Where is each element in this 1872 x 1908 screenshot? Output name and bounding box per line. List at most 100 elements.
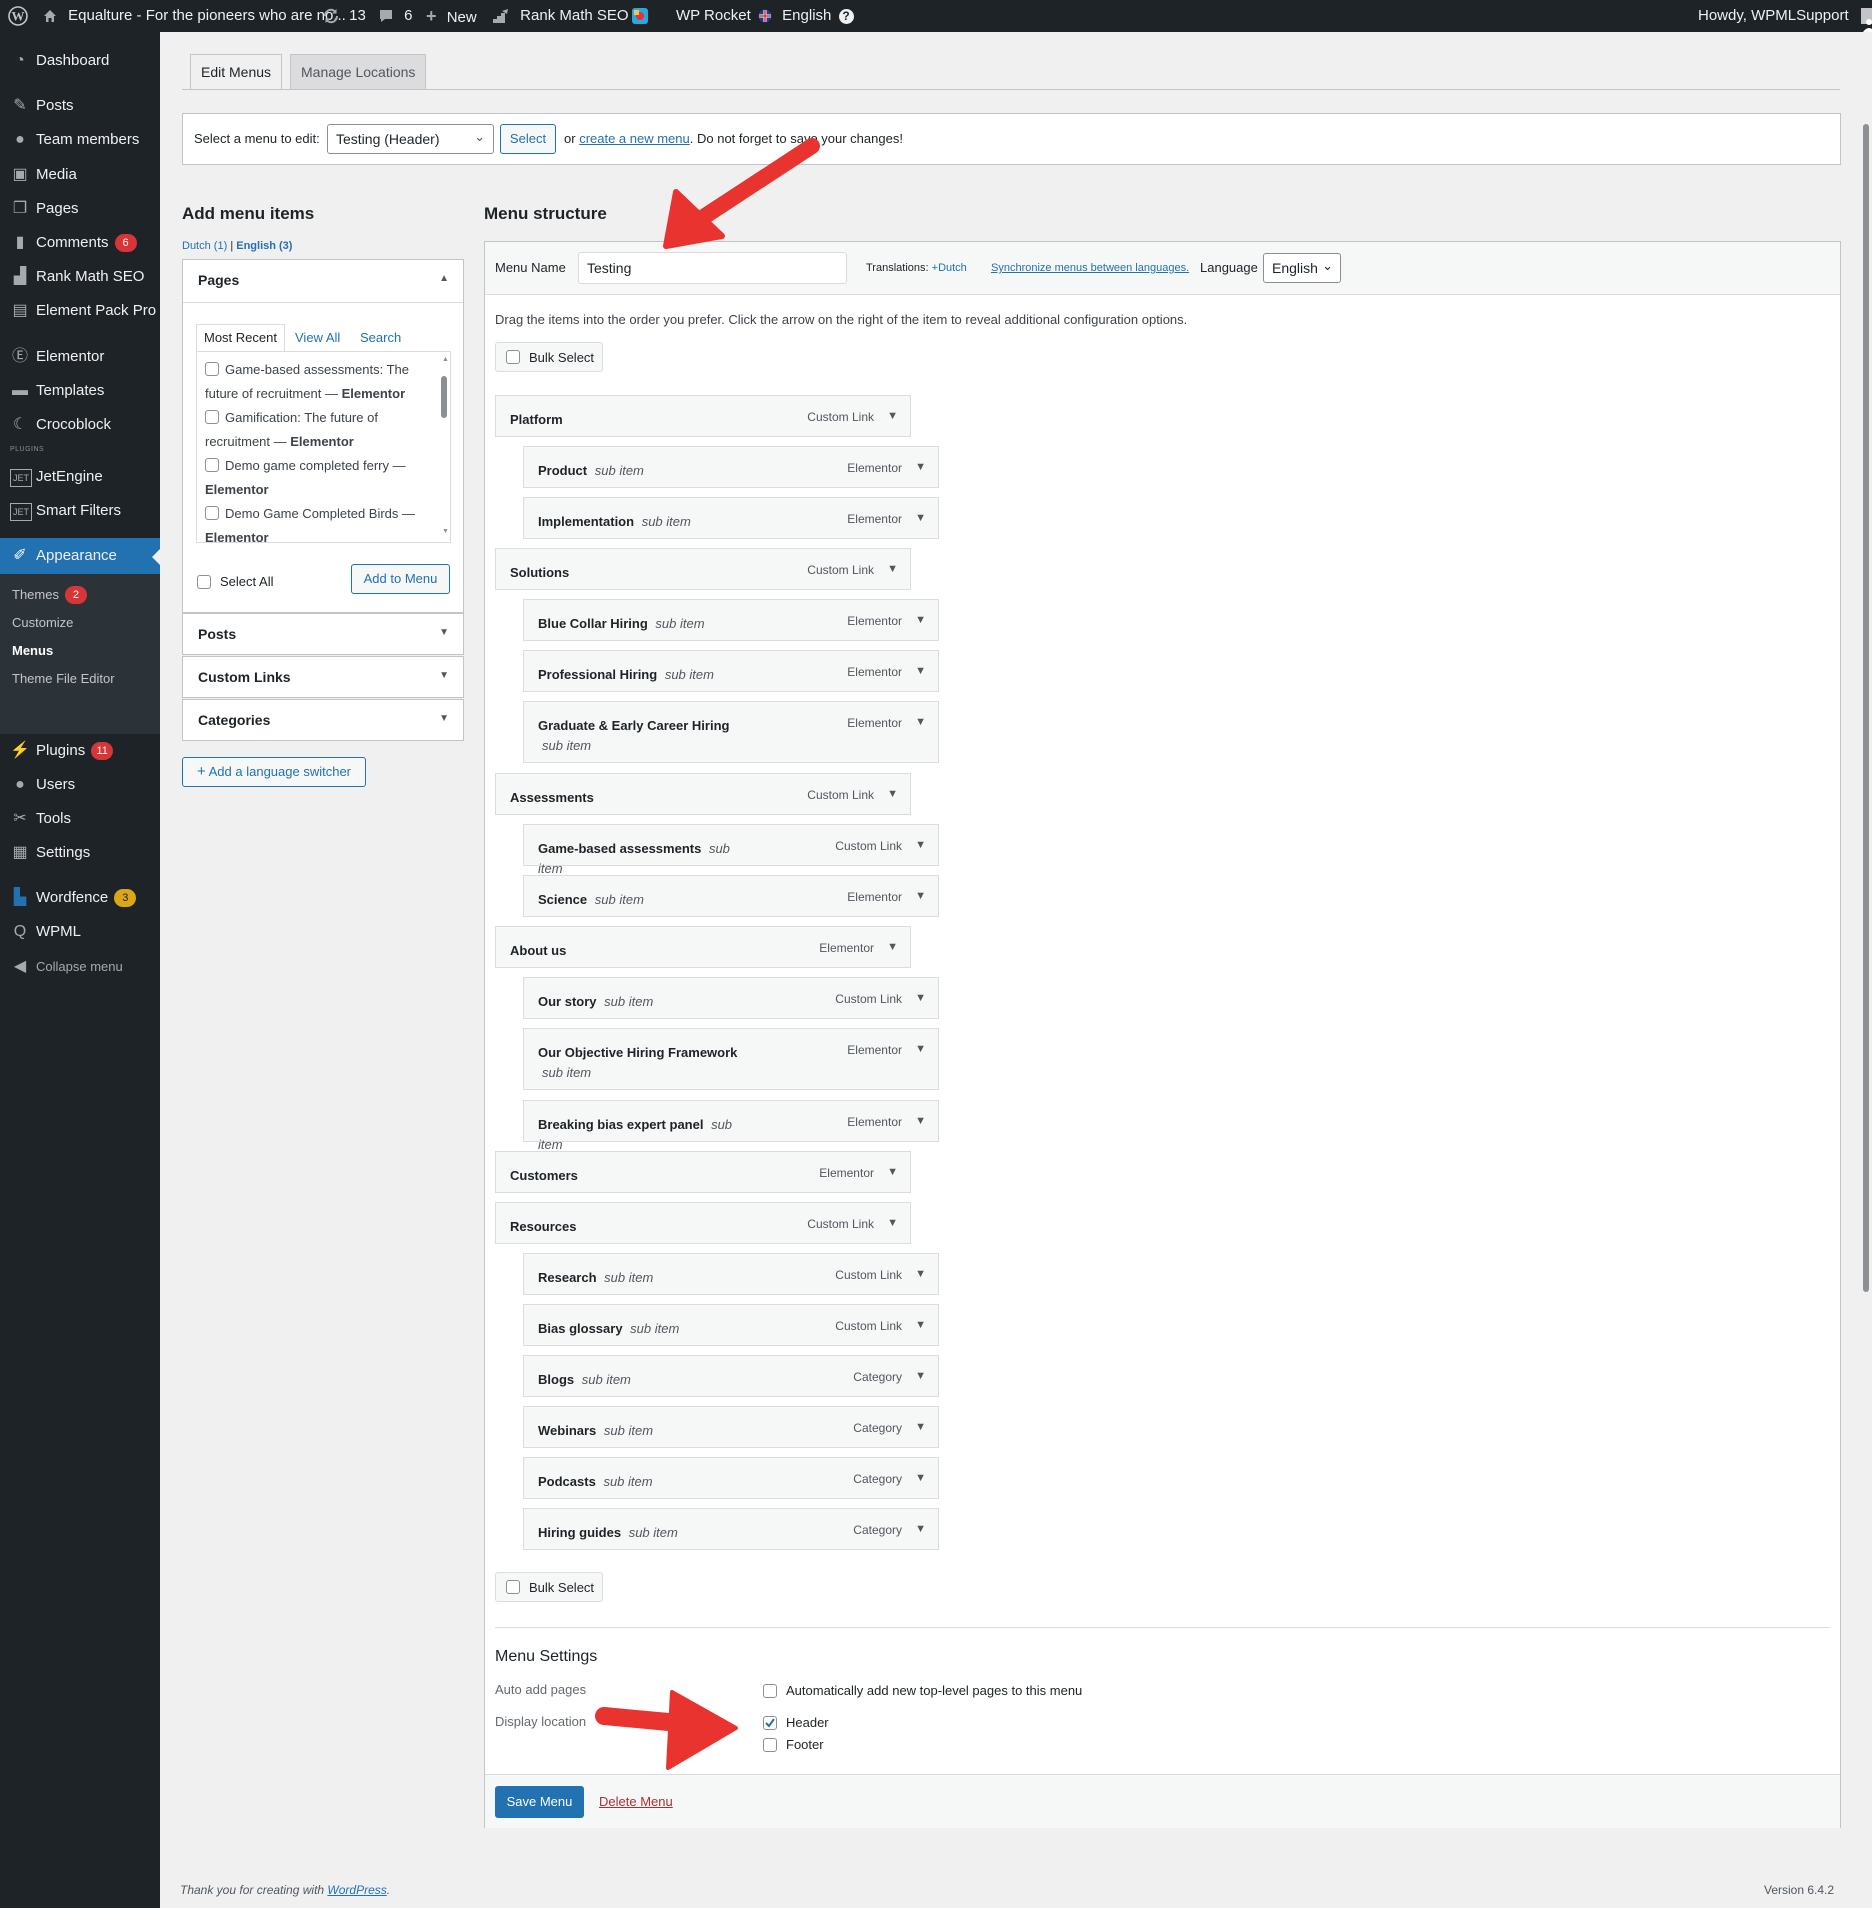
submenu-themes[interactable]: Themes 2 (12, 582, 87, 608)
sidebar-item-team-members[interactable]: ● Team members (0, 123, 160, 157)
menu-item-row[interactable]: Webinars sub item Category ▼ (523, 1406, 939, 1448)
bulk-select-checkbox[interactable] (506, 1580, 520, 1594)
expand-arrow-icon[interactable]: ▼ (915, 716, 926, 728)
expand-arrow-icon[interactable]: ▼ (915, 992, 926, 1004)
menu-item-row[interactable]: Graduate & Early Career Hiring sub item E… (523, 701, 939, 763)
bulk-select-top[interactable]: Bulk Select (495, 342, 603, 372)
sidebar-item-rankmath[interactable]: ▟ Rank Math SEO (0, 260, 160, 294)
delete-menu-link[interactable]: Delete Menu (599, 1794, 673, 1809)
sidebar-item-pages[interactable]: ❐ Pages (0, 192, 160, 226)
submenu-customize[interactable]: Customize (12, 610, 73, 636)
expand-arrow-icon[interactable]: ▼ (887, 1217, 898, 1229)
menu-item-row[interactable]: Blogs sub item Category ▼ (523, 1355, 939, 1397)
tab-search[interactable]: Search (360, 330, 401, 345)
sidebar-item-dashboard[interactable]: ◔ Dashboard (0, 44, 160, 78)
expand-arrow-icon[interactable]: ▼ (915, 1370, 926, 1382)
menu-item-row[interactable]: Hiring guides sub item Category ▼ (523, 1508, 939, 1550)
tab-edit-menus[interactable]: Edit Menus (190, 54, 283, 90)
expand-arrow-icon[interactable]: ▼ (915, 1523, 926, 1535)
add-to-menu-button[interactable]: Add to Menu (351, 564, 450, 594)
new-content-link[interactable]: + New (426, 0, 477, 32)
submenu-theme-file-editor[interactable]: Theme File Editor (12, 666, 115, 692)
wprocket-link[interactable]: WP Rocket (676, 0, 751, 32)
page-checkbox[interactable] (205, 410, 219, 424)
page-checkbox[interactable] (205, 458, 219, 472)
auto-add-checkbox[interactable] (763, 1684, 777, 1698)
categories-panel[interactable]: Categories ▼ (182, 699, 464, 741)
window-scrollbar[interactable] (1860, 32, 1872, 1908)
menu-item-row[interactable]: Game-based assessments sub item Custom Li… (523, 824, 939, 876)
sync-menus-link[interactable]: Synchronize menus between languages. (991, 262, 1189, 274)
collapse-menu-button[interactable]: ◀ Collapse menu (0, 950, 160, 984)
add-language-switcher-button[interactable]: + Add a language switcher (182, 757, 366, 787)
menu-item-row[interactable]: Platform Custom Link ▼ (495, 395, 911, 437)
tab-most-recent[interactable]: Most Recent (196, 324, 285, 352)
collapse-arrow-icon[interactable]: ▲ (439, 273, 449, 284)
sidebar-item-comments[interactable]: ▮ Comments 6 (0, 226, 160, 260)
expand-arrow-icon[interactable]: ▼ (915, 1043, 926, 1055)
cache-plugin-icon[interactable] (630, 0, 650, 32)
expand-arrow-icon[interactable]: ▼ (887, 563, 898, 575)
tab-view-all[interactable]: View All (295, 330, 340, 345)
menu-item-row[interactable]: Breaking bias expert panel sub item Eleme… (523, 1100, 939, 1152)
bulk-select-bottom[interactable]: Bulk Select (495, 1572, 603, 1602)
menu-item-row[interactable]: Professional Hiring sub item Elementor ▼ (523, 650, 939, 692)
menu-item-row[interactable]: Science sub item Elementor ▼ (523, 875, 939, 917)
expand-arrow-icon[interactable]: ▼ (915, 1268, 926, 1280)
wordpress-logo-icon[interactable]: W (8, 0, 28, 32)
updates-link[interactable]: 13 (322, 0, 366, 32)
expand-arrow-icon[interactable]: ▼ (915, 1472, 926, 1484)
sidebar-item-wordfence[interactable]: ▙ Wordfence 3 (0, 881, 160, 915)
wordpress-link[interactable]: WordPress (327, 1883, 386, 1897)
sidebar-item-posts[interactable]: ✎ Posts (0, 89, 160, 123)
window-scrollbar-thumb[interactable] (1863, 124, 1869, 1292)
menu-select-dropdown[interactable]: Testing (Header) ⌄ (327, 124, 494, 154)
language-filter-english[interactable]: English (3) (236, 240, 292, 252)
expand-arrow-icon[interactable]: ▼ (915, 461, 926, 473)
menu-item-row[interactable]: Bias glossary sub item Custom Link ▼ (523, 1304, 939, 1346)
menu-item-row[interactable]: About us Elementor ▼ (495, 926, 911, 968)
pages-list-scrollbar[interactable]: ▲ ▼ (440, 356, 449, 538)
sidebar-item-crocoblock[interactable]: ☾ Crocoblock (0, 408, 160, 442)
custom-links-panel[interactable]: Custom Links ▼ (182, 656, 464, 698)
translation-dutch-link[interactable]: +Dutch (932, 262, 967, 274)
sidebar-item-element-pack[interactable]: ▤ Element Pack Pro (0, 294, 160, 328)
sidebar-item-tools[interactable]: ✂ Tools (0, 802, 160, 836)
pages-panel-header[interactable]: Pages (198, 272, 239, 288)
expand-arrow-icon[interactable]: ▼ (915, 512, 926, 524)
sidebar-item-plugins[interactable]: ⚡ Plugins 11 (0, 734, 160, 768)
header-location-checkbox[interactable] (763, 1716, 777, 1730)
sidebar-item-elementor[interactable]: Ⓔ Elementor (0, 340, 160, 374)
menu-item-row[interactable]: Customers Elementor ▼ (495, 1151, 911, 1193)
menu-item-row[interactable]: Podcasts sub item Category ▼ (523, 1457, 939, 1499)
expand-arrow-icon[interactable]: ▼ (915, 614, 926, 626)
expand-arrow-icon[interactable]: ▼ (887, 788, 898, 800)
menu-item-row[interactable]: Blue Collar Hiring sub item Elementor ▼ (523, 599, 939, 641)
sidebar-item-wpml[interactable]: Q WPML (0, 915, 160, 949)
expand-arrow-icon[interactable]: ▼ (915, 665, 926, 677)
bulk-select-checkbox[interactable] (506, 350, 520, 364)
expand-arrow-icon[interactable]: ▼ (915, 1421, 926, 1433)
sidebar-item-templates[interactable]: ▬ Templates (0, 374, 160, 408)
expand-arrow-icon[interactable]: ▼ (915, 839, 926, 851)
sidebar-item-jetengine[interactable]: JET JetEngine (0, 460, 160, 494)
language-filter-dutch[interactable]: Dutch (1) (182, 240, 227, 252)
language-switcher[interactable]: English ? (758, 0, 854, 32)
sidebar-item-users[interactable]: ● Users (0, 768, 160, 802)
my-account-link[interactable]: Howdy, WPMLSupport (1698, 0, 1872, 33)
expand-arrow-icon[interactable]: ▼ (887, 410, 898, 422)
footer-location-checkbox[interactable] (763, 1738, 777, 1752)
sidebar-item-smart-filters[interactable]: JET Smart Filters (0, 494, 160, 528)
expand-arrow-icon[interactable]: ▼ (887, 1166, 898, 1178)
tab-manage-locations[interactable]: Manage Locations (290, 54, 427, 89)
menu-item-row[interactable]: Product sub item Elementor ▼ (523, 446, 939, 488)
expand-arrow-icon[interactable]: ▼ (887, 941, 898, 953)
page-checkbox[interactable] (205, 362, 219, 376)
posts-panel[interactable]: Posts ▼ (182, 613, 464, 655)
rankmath-link[interactable]: Rank Math SEO (492, 0, 629, 32)
menu-item-row[interactable]: Our Objective Hiring Framework sub item E… (523, 1028, 939, 1090)
save-menu-button[interactable]: Save Menu (495, 1786, 584, 1818)
expand-arrow-icon[interactable]: ▼ (915, 1115, 926, 1127)
menu-item-row[interactable]: Solutions Custom Link ▼ (495, 548, 911, 590)
scrollbar-thumb[interactable] (441, 376, 447, 418)
